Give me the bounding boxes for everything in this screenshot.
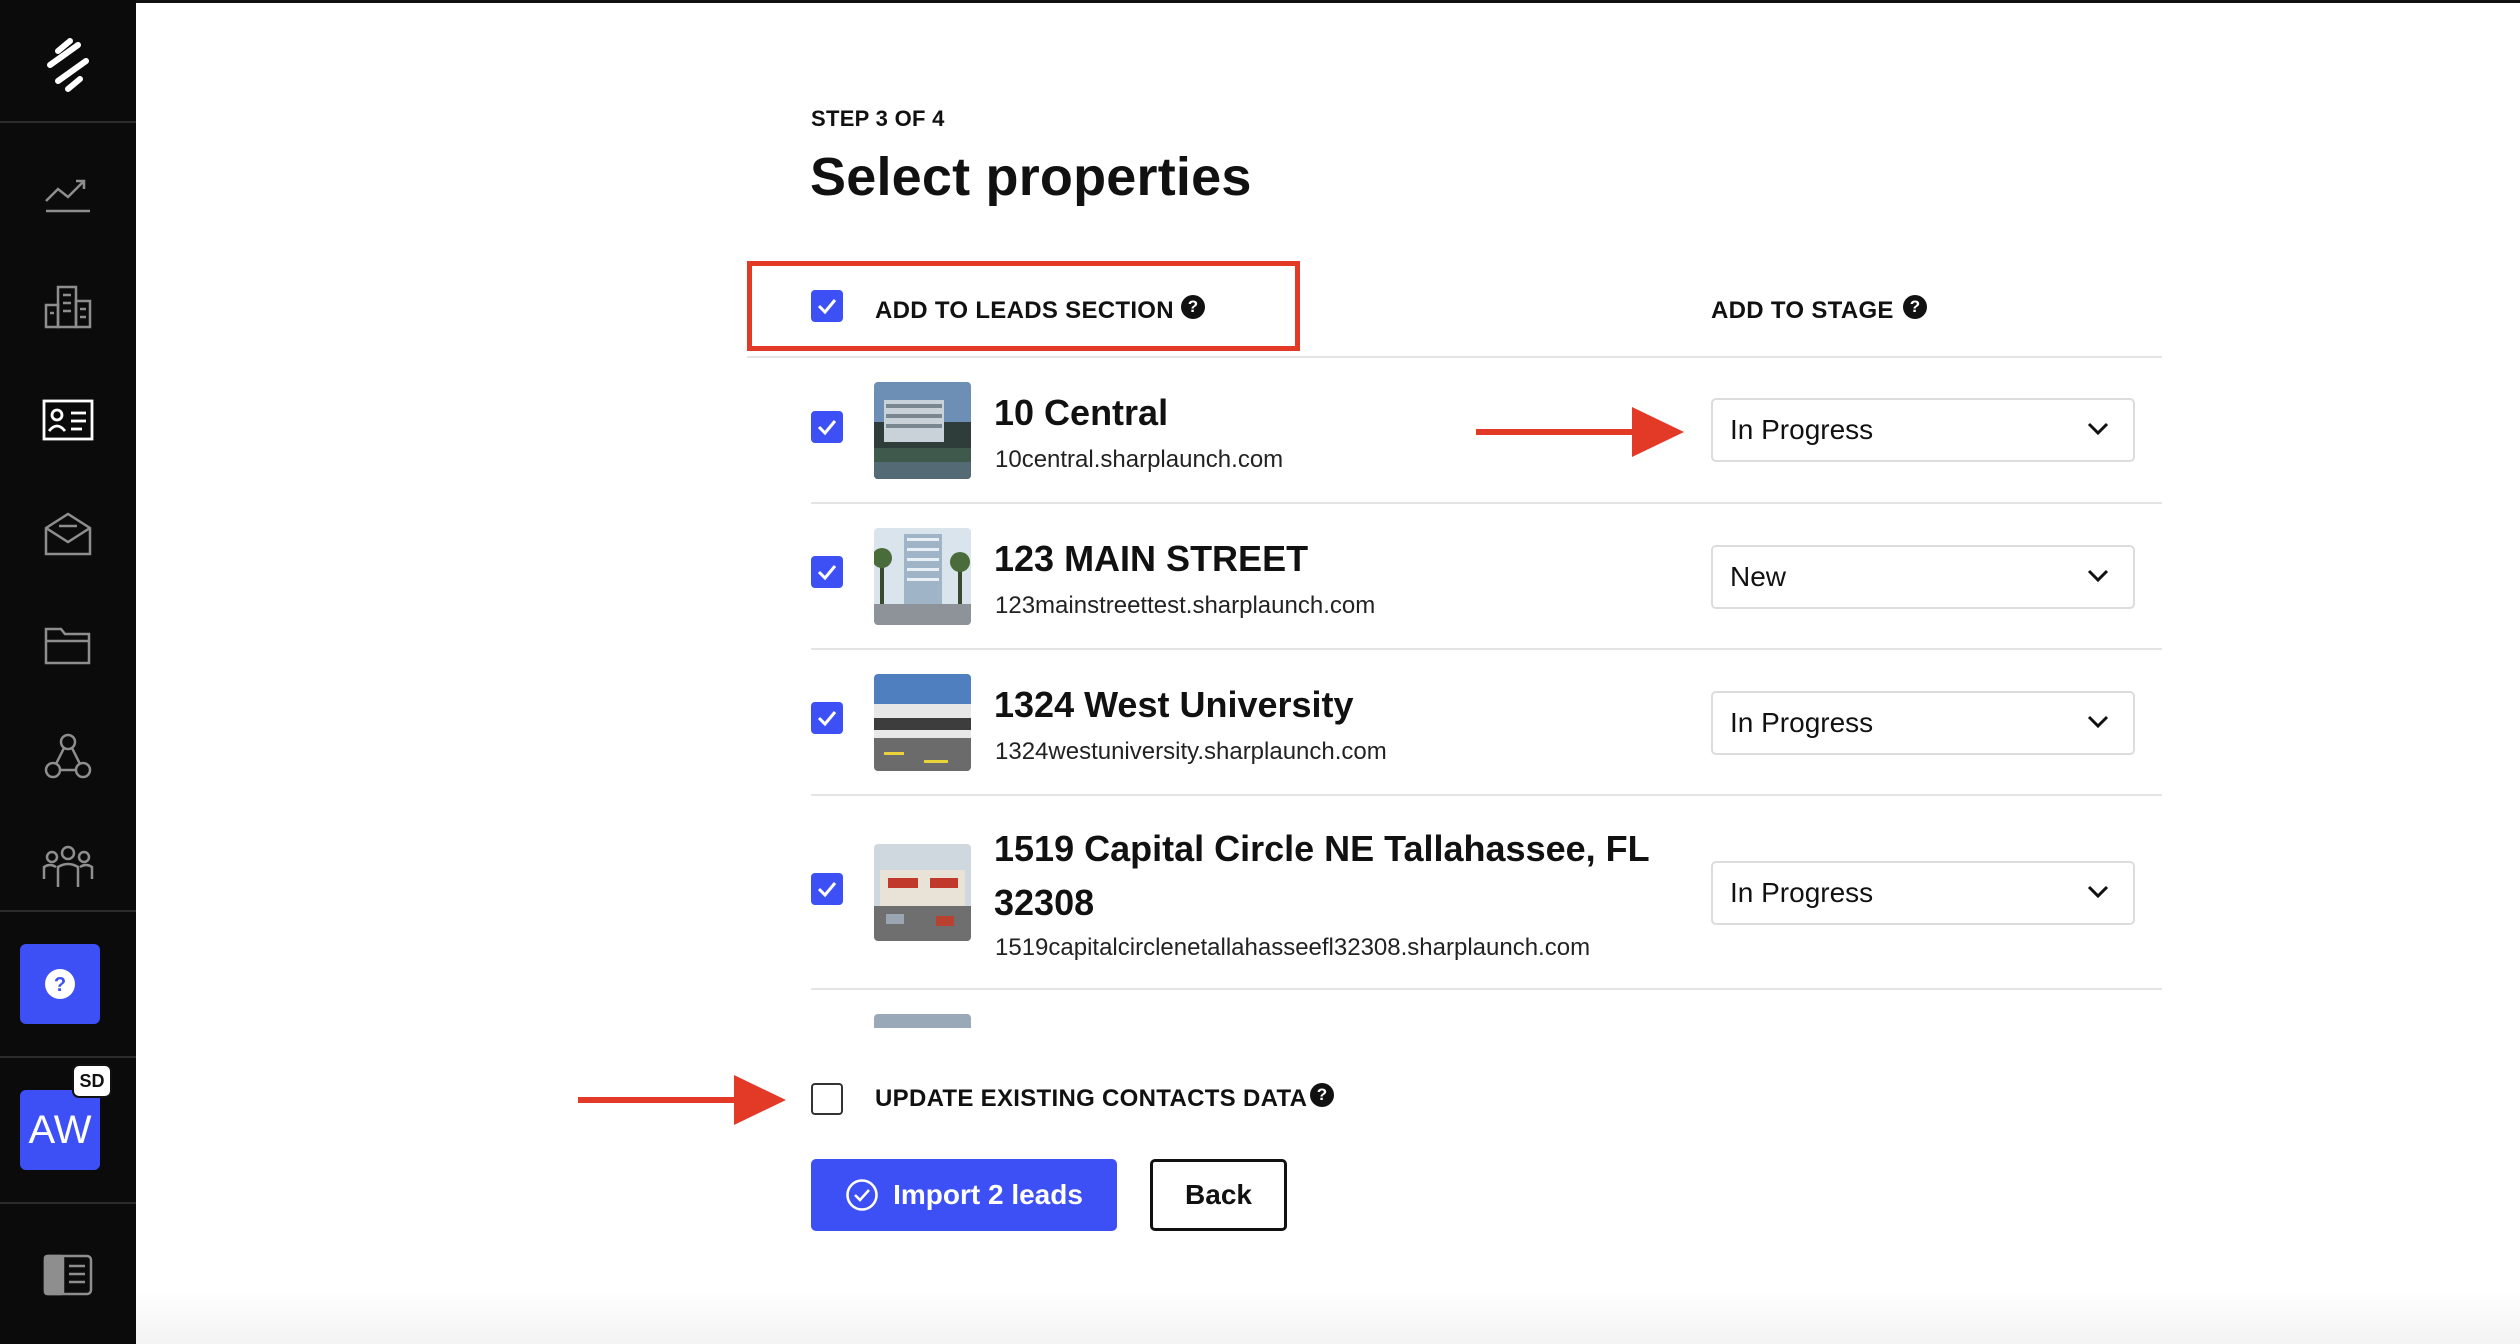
sidebar-divider	[0, 1202, 136, 1204]
chevron-down-icon	[2087, 569, 2109, 583]
avatar[interactable]: AW	[20, 1090, 100, 1170]
sharplaunch-logo-icon[interactable]	[0, 30, 136, 100]
property-thumbnail	[874, 528, 971, 625]
analytics-chart-icon[interactable]	[0, 160, 136, 230]
add-to-leads-label: ADD TO LEADS SECTION	[875, 297, 1174, 324]
folder-icon[interactable]	[0, 610, 136, 680]
top-border	[0, 0, 2520, 3]
team-people-icon[interactable]	[0, 832, 136, 902]
bottom-fade	[136, 1290, 2520, 1344]
property-checkbox-1324-west-university[interactable]	[811, 702, 843, 734]
sidebar-divider	[0, 1056, 136, 1058]
update-contacts-label: UPDATE EXISTING CONTACTS DATA	[875, 1085, 1308, 1112]
checkmark-icon	[817, 299, 837, 315]
property-checkbox-123-main-street[interactable]	[811, 556, 843, 588]
page-title: Select properties	[810, 147, 1252, 207]
property-name: 1519 Capital Circle NE Tallahassee, FL 3…	[994, 822, 1650, 930]
property-name-line: 1519 Capital Circle NE Tallahassee, FL	[994, 828, 1650, 869]
stage-select-123-main-street[interactable]: New	[1711, 545, 2135, 609]
stage-select-1519-capital-circle[interactable]: In Progress	[1711, 861, 2135, 925]
annotation-arrow-right	[1476, 407, 1684, 457]
sidebar-divider	[0, 121, 136, 123]
panel-layout-icon[interactable]	[0, 1240, 136, 1310]
property-thumbnail	[874, 674, 971, 771]
add-to-leads-checkbox[interactable]	[811, 290, 843, 322]
chevron-down-icon	[2087, 422, 2109, 436]
row-divider	[811, 648, 2162, 650]
help-button[interactable]: ?	[20, 944, 100, 1024]
property-url[interactable]: 123mainstreettest.sharplaunch.com	[995, 592, 1375, 620]
network-nodes-icon[interactable]	[0, 722, 136, 792]
step-indicator: STEP 3 OF 4	[811, 106, 945, 131]
stage-select-10-central[interactable]: In Progress	[1711, 398, 2135, 462]
stage-select-value: In Progress	[1730, 877, 1874, 908]
sidebar: ? AW SD	[0, 0, 136, 1344]
property-thumbnail-partial	[874, 1014, 971, 1028]
mail-envelope-icon[interactable]	[0, 498, 136, 568]
checkmark-icon	[817, 565, 837, 581]
checkmark-icon	[817, 420, 837, 436]
stage-select-value: In Progress	[1730, 414, 1874, 445]
property-thumbnail	[874, 844, 971, 941]
sidebar-divider	[0, 910, 136, 912]
check-circle-icon	[846, 1179, 878, 1211]
stage-select-value: In Progress	[1730, 707, 1874, 738]
checkmark-icon	[817, 882, 837, 898]
add-to-stage-label: ADD TO STAGE	[1711, 297, 1894, 324]
question-icon: ?	[45, 969, 75, 999]
property-url[interactable]: 10central.sharplaunch.com	[995, 446, 1283, 474]
import-leads-label: Import 2 leads	[893, 1179, 1083, 1210]
chevron-down-icon	[2087, 715, 2109, 729]
row-divider	[811, 502, 2162, 504]
property-checkbox-10-central[interactable]	[811, 411, 843, 443]
annotation-arrow-right	[578, 1075, 786, 1125]
back-button[interactable]: Back	[1150, 1159, 1287, 1231]
property-checkbox-1519-capital-circle[interactable]	[811, 873, 843, 905]
account-badge[interactable]: SD	[72, 1064, 112, 1098]
contact-card-icon[interactable]	[0, 385, 136, 455]
property-url[interactable]: 1519capitalcirclenetallahasseefl32308.sh…	[995, 934, 1590, 962]
property-name: 123 MAIN STREET	[994, 538, 1309, 579]
property-name-line: 32308	[994, 882, 1095, 923]
property-name: 1324 West University	[994, 684, 1354, 725]
import-leads-button[interactable]: Import 2 leads	[811, 1159, 1117, 1231]
update-contacts-checkbox[interactable]	[811, 1083, 843, 1115]
add-to-stage-help-icon[interactable]: ?	[1903, 295, 1927, 319]
stage-select-1324-west-university[interactable]: In Progress	[1711, 691, 2135, 755]
stage-select-value: New	[1730, 561, 1787, 592]
svg-text:?: ?	[54, 974, 66, 996]
buildings-icon[interactable]	[0, 272, 136, 342]
chevron-down-icon	[2087, 885, 2109, 899]
property-url[interactable]: 1324westuniversity.sharplaunch.com	[995, 738, 1387, 766]
header-divider	[747, 356, 2162, 358]
checkmark-icon	[817, 711, 837, 727]
property-name: 10 Central	[994, 392, 1169, 433]
add-to-leads-help-icon[interactable]: ?	[1181, 295, 1205, 319]
update-contacts-help-icon[interactable]: ?	[1310, 1083, 1334, 1107]
row-divider	[811, 794, 2162, 796]
row-divider	[811, 988, 2162, 990]
property-thumbnail	[874, 382, 971, 479]
